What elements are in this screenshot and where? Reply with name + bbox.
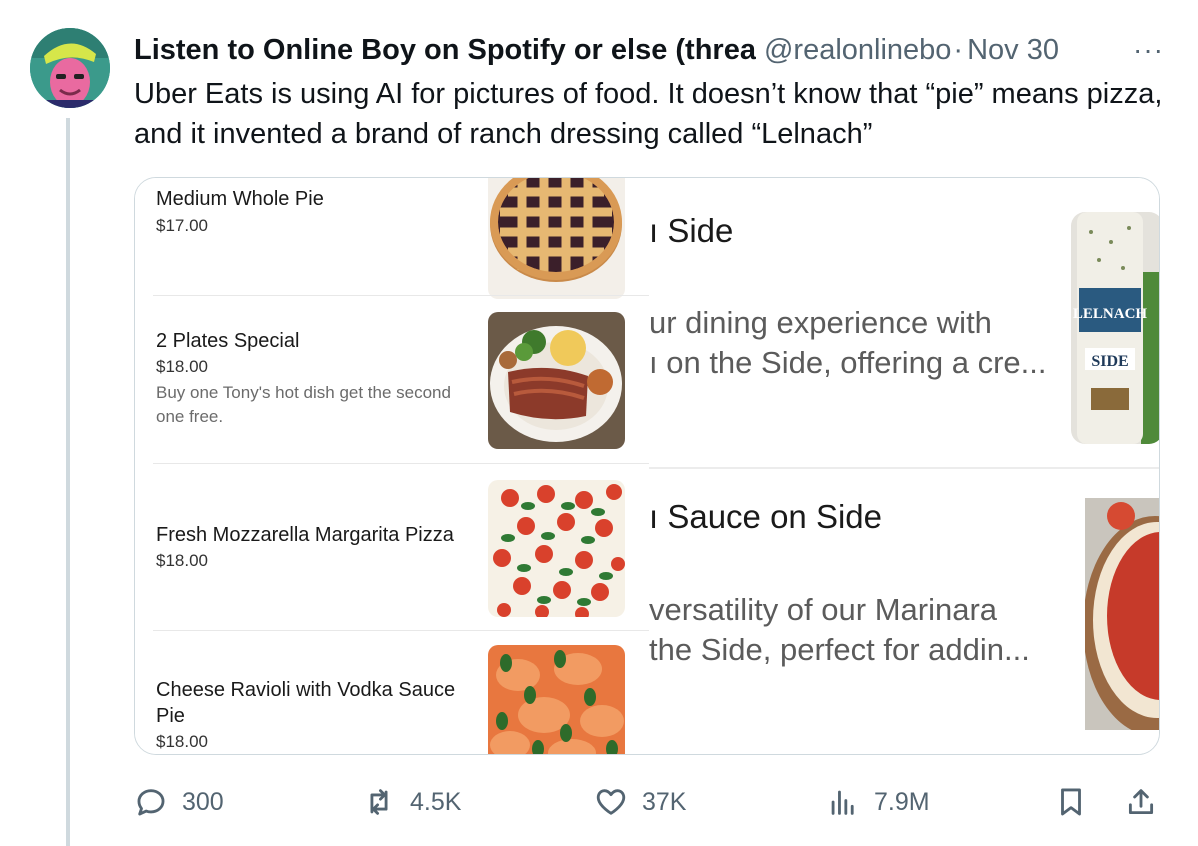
analytics-icon xyxy=(831,790,854,815)
side-item-title: ı Side xyxy=(649,212,734,249)
display-name[interactable]: Listen to Online Boy on Spotify or else … xyxy=(134,30,756,70)
ravioli-vodka-image xyxy=(488,645,625,754)
tweet-media-image[interactable]: Medium Whole Pie $17.00 2 Plates Special… xyxy=(134,177,1160,755)
side-item-title: ı Sauce on Side xyxy=(649,498,882,535)
share-button[interactable] xyxy=(1124,782,1158,822)
side-divider xyxy=(649,467,1159,469)
side-item-description-line: the Side, perfect for addin... xyxy=(649,632,1030,667)
margherita-pizza-image xyxy=(488,480,625,617)
bookmark-button[interactable] xyxy=(1054,782,1088,822)
like-count: 37K xyxy=(642,787,687,816)
user-handle[interactable]: @realonlinebo xyxy=(764,30,951,70)
menu-item-name: Cheese Ravioli with Vodka Sauce Pie xyxy=(156,679,456,727)
bottle-brand-text: LELNACH xyxy=(1073,306,1148,322)
avatar-image xyxy=(30,28,110,108)
repost-button[interactable]: 4.5K xyxy=(362,782,461,822)
menu-item-price: $18.00 xyxy=(156,551,208,570)
share-icon xyxy=(1128,789,1154,815)
separator-dot: · xyxy=(953,34,964,66)
menu-item: Cheese Ravioli with Vodka Sauce Pie $18.… xyxy=(135,631,649,754)
menu-item-name: 2 Plates Special xyxy=(156,330,300,352)
reply-button[interactable]: 300 xyxy=(134,782,224,822)
lelnach-bottle-image: LELNACH SIDE xyxy=(1071,212,1159,444)
heart-icon xyxy=(596,789,626,815)
view-count: 7.9M xyxy=(874,787,930,816)
reply-icon xyxy=(137,789,165,816)
menu-item-price: $18.00 xyxy=(156,732,208,751)
side-item-description-line: versatility of our Marinara xyxy=(649,592,998,627)
menu-item-name: Fresh Mozzarella Margarita Pizza xyxy=(156,524,454,546)
menu-item-price: $17.00 xyxy=(156,216,208,235)
side-item-description-line: ur dining experience with xyxy=(649,305,992,340)
avatar[interactable] xyxy=(30,28,110,108)
repost-count: 4.5K xyxy=(410,787,462,816)
menu-item: Medium Whole Pie $17.00 xyxy=(135,178,649,299)
tweet-date[interactable]: Nov 30 xyxy=(967,30,1059,70)
menu-list: Medium Whole Pie $17.00 2 Plates Special… xyxy=(135,178,653,754)
more-options-icon[interactable]: ··· xyxy=(1133,30,1164,70)
bottle-word-text: SIDE xyxy=(1091,353,1128,370)
side-item-description-line: ı on the Side, offering a cre... xyxy=(649,345,1047,380)
menu-item-price: $18.00 xyxy=(156,357,208,376)
menu-item-name: Medium Whole Pie xyxy=(156,188,324,210)
reply-count: 300 xyxy=(182,787,224,816)
menu-item: Fresh Mozzarella Margarita Pizza $18.00 xyxy=(135,464,649,630)
repost-icon xyxy=(370,789,388,815)
views-button[interactable]: 7.9M xyxy=(826,782,930,822)
tweet-actions: 300 4.5K 37K 7.9M xyxy=(134,782,1160,822)
tweet-header: Listen to Online Boy on Spotify or else … xyxy=(134,30,1164,70)
tweet-text: Uber Eats is using AI for pictures of fo… xyxy=(134,78,1163,150)
like-button[interactable]: 37K xyxy=(594,782,686,822)
bookmark-icon xyxy=(1061,788,1081,816)
plate-meatloaf-image xyxy=(488,312,625,449)
marinara-sauce-image xyxy=(1085,498,1159,730)
menu-item-description: Buy one Tony's hot dish get the second o… xyxy=(156,383,451,426)
lattice-pie-image xyxy=(488,178,625,299)
thread-line xyxy=(66,118,70,846)
menu-item: 2 Plates Special $18.00 Buy one Tony's h… xyxy=(135,296,649,464)
